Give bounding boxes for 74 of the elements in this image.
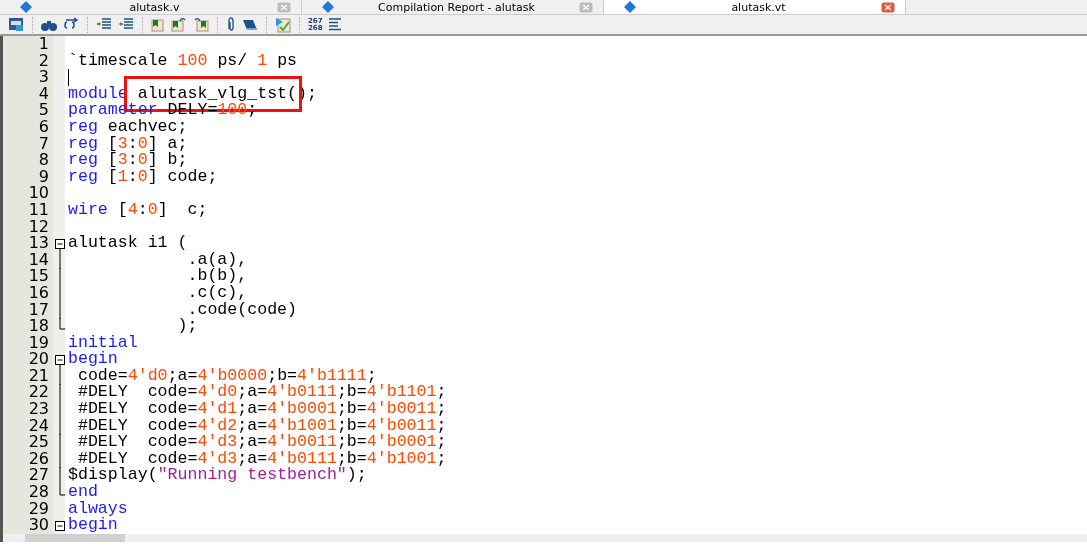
code-line: reg [3:0] a;	[67, 135, 188, 153]
window-icon[interactable]	[8, 17, 24, 32]
code-line: #DELY code=4'd3;a=4'b0011;b=4'b0001;	[76, 434, 447, 451]
code-line: #DELY code=4'd3;a=4'b0111;b=4'b1001;	[77, 450, 447, 468]
code-line: code=4'd0;a=4'b0000;b=4'b1111;	[77, 367, 377, 385]
code-line: );	[176, 318, 198, 335]
lines-icon[interactable]	[328, 18, 341, 31]
line-number: 2	[37, 52, 50, 70]
line-number: 18	[27, 318, 50, 335]
line-number: 6	[37, 118, 50, 136]
line-number: 9	[37, 168, 50, 186]
line-number: 27	[27, 467, 50, 485]
scrollbar-thumb[interactable]	[25, 533, 125, 542]
code-line: initial	[67, 334, 138, 352]
line-number: 21	[27, 367, 50, 385]
line-number: 16	[27, 284, 50, 302]
line-number: 29	[27, 500, 50, 518]
code-line: wire [4:0] c;	[67, 201, 208, 219]
braces-arrow-icon[interactable]	[63, 17, 79, 32]
paperclip-icon[interactable]	[226, 17, 236, 32]
play-check-icon[interactable]	[275, 16, 291, 33]
code-line: end	[67, 484, 98, 501]
code-line: .a(a),	[186, 251, 248, 269]
line-number: 19	[27, 334, 50, 352]
code-line: reg eachvec;	[67, 118, 188, 136]
indent-icon[interactable]	[96, 18, 112, 31]
diamond-icon	[322, 1, 334, 13]
horizontal-scrollbar[interactable]	[3, 533, 1087, 542]
line-number: 8	[37, 152, 50, 169]
code-line: #DELY code=4'd0;a=4'b0111;b=4'b1101;	[76, 384, 447, 402]
diamond-icon	[20, 1, 32, 13]
editor-tab[interactable]: alutask.v	[0, 0, 302, 14]
line-number: 30	[27, 517, 50, 534]
line-number: 1	[37, 36, 50, 53]
code-line: `timescale 100 ps/ 1 ps	[67, 52, 298, 70]
code-line: alutask i1 (	[67, 235, 188, 252]
code-line: begin	[67, 517, 118, 534]
line-number: 23	[27, 401, 50, 418]
line-number: 22	[27, 384, 50, 402]
code-line: reg [1:0] code;	[67, 168, 218, 186]
line-number: 14	[27, 251, 50, 269]
line-number: 5	[37, 102, 50, 119]
close-icon[interactable]	[881, 1, 895, 13]
line-number: 17	[27, 301, 50, 319]
line-number: 10	[27, 185, 50, 202]
code-line: $display("Running testbench");	[67, 467, 367, 485]
line-number: 11	[27, 201, 50, 219]
code-line: reg [3:0] b;	[67, 152, 188, 169]
eraser-icon[interactable]	[242, 18, 258, 31]
code-line: .b(b),	[186, 268, 248, 285]
line-number: 4	[37, 85, 50, 103]
line-number: 12	[27, 218, 50, 236]
diamond-icon	[624, 1, 636, 13]
bookmark-icon[interactable]	[151, 17, 165, 32]
code-line: #DELY code=4'd1;a=4'b0001;b=4'b0011;	[76, 401, 447, 418]
bookmark-previous-icon[interactable]	[193, 17, 209, 32]
code-line: always	[67, 500, 128, 518]
line-number: 25	[27, 434, 50, 451]
code-line: .c(c),	[186, 284, 248, 302]
code-line: #DELY code=4'd2;a=4'b1001;b=4'b0011;	[76, 417, 447, 435]
line-number: 13	[27, 235, 50, 252]
line-number: 3	[37, 69, 50, 86]
editor-tab[interactable]: Compilation Report - alutask	[302, 0, 604, 14]
code-line: .code(code)	[187, 301, 298, 319]
line-number: 15	[27, 268, 50, 285]
line-number: 28	[27, 484, 50, 501]
line-number: 20	[27, 351, 50, 368]
outdent-icon[interactable]	[118, 18, 134, 31]
line-number: 26	[27, 450, 50, 468]
editor-tab[interactable]: alutask.vt	[604, 0, 906, 14]
code-line: begin	[67, 351, 118, 368]
line-number: 7	[37, 135, 50, 153]
line-number: 24	[27, 417, 50, 435]
bookmark-next-icon[interactable]	[171, 17, 187, 32]
